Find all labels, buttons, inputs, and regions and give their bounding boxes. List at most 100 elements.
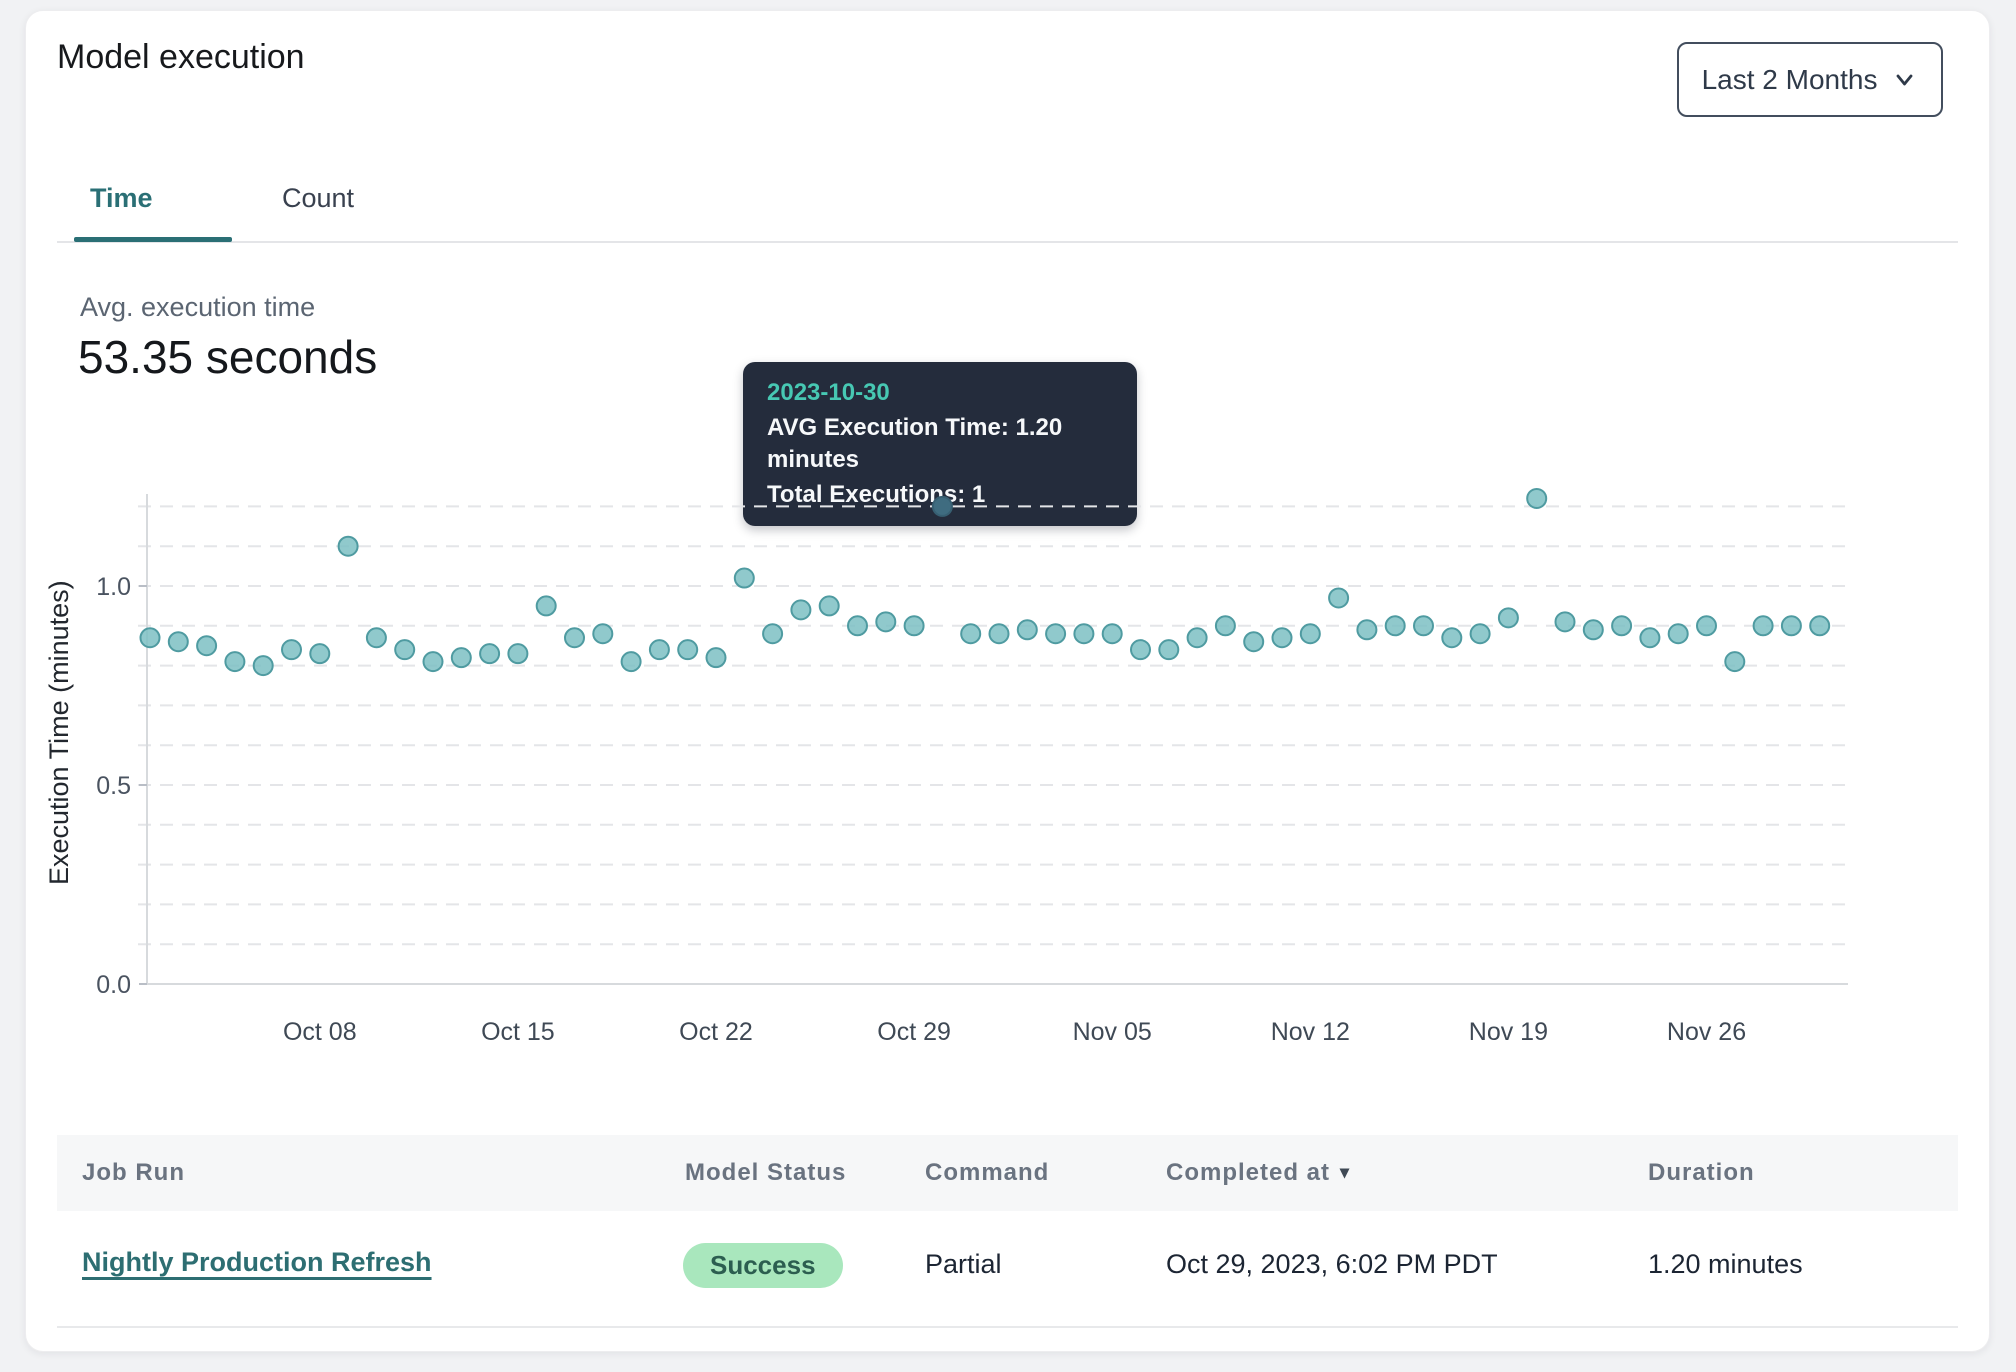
data-point[interactable] (961, 624, 980, 643)
tab-bar-divider (57, 241, 1958, 243)
job-run-link[interactable]: Nightly Production Refresh (82, 1247, 432, 1278)
data-point[interactable] (1188, 628, 1207, 647)
column-header-model-status: Model Status (685, 1159, 846, 1187)
data-point[interactable] (1074, 624, 1093, 643)
table-row: Nightly Production Refresh Success Parti… (57, 1211, 1958, 1326)
x-tick-label: Oct 15 (481, 1018, 555, 1046)
data-point[interactable] (1725, 652, 1744, 671)
data-point[interactable] (197, 636, 216, 655)
tooltip-date: 2023-10-30 (767, 377, 1113, 409)
date-range-label: Last 2 Months (1702, 64, 1878, 96)
page-title: Model execution (57, 38, 305, 77)
data-point[interactable] (1442, 628, 1461, 647)
completed-at-cell: Oct 29, 2023, 6:02 PM PDT (1166, 1249, 1498, 1280)
data-point[interactable] (225, 652, 244, 671)
x-tick-label: Oct 08 (283, 1018, 357, 1046)
data-point[interactable] (1357, 620, 1376, 639)
tab-time[interactable]: Time (90, 183, 153, 214)
data-point[interactable] (1697, 616, 1716, 635)
data-point[interactable] (876, 612, 895, 631)
data-point[interactable] (1640, 628, 1659, 647)
data-point[interactable] (310, 644, 329, 663)
data-point[interactable] (1329, 588, 1348, 607)
completed-at-label: Completed at (1166, 1159, 1330, 1186)
x-tick-label: Nov 12 (1271, 1018, 1350, 1046)
column-header-duration: Duration (1648, 1159, 1755, 1187)
data-point[interactable] (905, 616, 924, 635)
data-point[interactable] (395, 640, 414, 659)
data-point[interactable] (1301, 624, 1320, 643)
status-badge: Success (683, 1243, 843, 1288)
date-range-dropdown[interactable]: Last 2 Months (1677, 42, 1943, 117)
data-point[interactable] (424, 652, 443, 671)
data-point-highlighted[interactable] (933, 497, 952, 516)
data-point[interactable] (622, 652, 641, 671)
row-divider (57, 1326, 1958, 1328)
y-tick-label: 0.5 (96, 772, 131, 800)
x-tick-label: Nov 19 (1469, 1018, 1548, 1046)
status-badge-label: Success (710, 1250, 816, 1281)
avg-execution-time-label: Avg. execution time (80, 292, 315, 323)
tab-count[interactable]: Count (282, 183, 354, 214)
data-point[interactable] (1386, 616, 1405, 635)
data-point[interactable] (141, 628, 160, 647)
x-tick-label: Nov 26 (1667, 1018, 1746, 1046)
avg-execution-time-value: 53.35 seconds (78, 330, 377, 384)
data-point[interactable] (1527, 489, 1546, 508)
data-point[interactable] (537, 596, 556, 615)
x-tick-label: Nov 05 (1073, 1018, 1152, 1046)
data-point[interactable] (990, 624, 1009, 643)
sort-descending-icon: ▾ (1340, 1162, 1350, 1182)
data-point[interactable] (650, 640, 669, 659)
data-point[interactable] (452, 648, 471, 667)
active-tab-underline (74, 237, 232, 242)
x-tick-label: Oct 29 (877, 1018, 951, 1046)
data-point[interactable] (1046, 624, 1065, 643)
data-point[interactable] (1754, 616, 1773, 635)
column-header-command: Command (925, 1159, 1049, 1187)
data-point[interactable] (820, 596, 839, 615)
data-point[interactable] (508, 644, 527, 663)
command-cell: Partial (925, 1249, 1002, 1280)
data-point[interactable] (1556, 612, 1575, 631)
data-point[interactable] (169, 632, 188, 651)
data-point[interactable] (791, 600, 810, 619)
data-point[interactable] (1584, 620, 1603, 639)
data-point[interactable] (480, 644, 499, 663)
duration-cell: 1.20 minutes (1648, 1249, 1803, 1280)
data-point[interactable] (1782, 616, 1801, 635)
data-point[interactable] (1131, 640, 1150, 659)
execution-time-scatter-chart: 0.0 0.5 1.0 Oct 08 Oct 15 Oct 22 Oct 29 Nov 05 N… (0, 470, 2016, 1070)
data-point[interactable] (565, 628, 584, 647)
data-point[interactable] (254, 656, 273, 675)
data-point[interactable] (593, 624, 612, 643)
data-point[interactable] (1103, 624, 1122, 643)
x-tick-label: Oct 22 (679, 1018, 753, 1046)
data-point[interactable] (1669, 624, 1688, 643)
data-point[interactable] (1216, 616, 1235, 635)
data-point[interactable] (1612, 616, 1631, 635)
data-point[interactable] (707, 648, 726, 667)
chevron-down-icon (1891, 66, 1918, 93)
data-point[interactable] (763, 624, 782, 643)
data-point[interactable] (1273, 628, 1292, 647)
data-point[interactable] (848, 616, 867, 635)
data-point[interactable] (1471, 624, 1490, 643)
data-point[interactable] (678, 640, 697, 659)
data-point[interactable] (1810, 616, 1829, 635)
y-tick-label: 0.0 (96, 971, 131, 999)
data-point[interactable] (367, 628, 386, 647)
data-point[interactable] (1244, 632, 1263, 651)
y-tick-label: 1.0 (96, 573, 131, 601)
data-point[interactable] (1499, 608, 1518, 627)
data-point[interactable] (282, 640, 301, 659)
data-point[interactable] (1159, 640, 1178, 659)
data-point[interactable] (1414, 616, 1433, 635)
column-header-completed-at[interactable]: Completed at ▾ (1166, 1159, 1350, 1187)
data-point[interactable] (1018, 620, 1037, 639)
column-header-job-run: Job Run (82, 1159, 185, 1187)
data-point[interactable] (735, 569, 754, 588)
tooltip-avg-execution-time: AVG Execution Time: 1.20 minutes (767, 412, 1113, 476)
data-point[interactable] (339, 537, 358, 556)
table-header-row: Job Run Model Status Command Completed a… (57, 1135, 1958, 1211)
